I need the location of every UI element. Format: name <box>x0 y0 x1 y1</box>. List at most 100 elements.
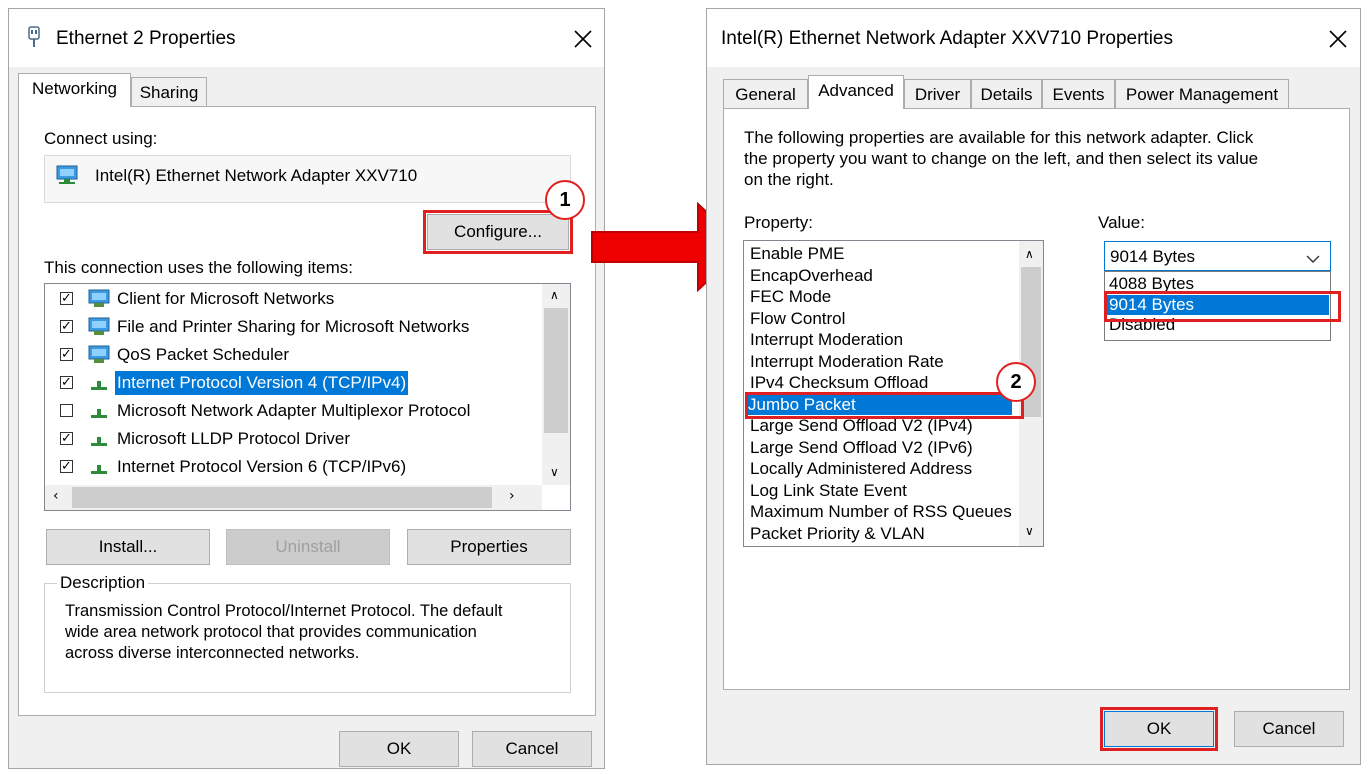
vertical-scrollbar[interactable]: ∧ ∨ <box>542 284 570 485</box>
property-item[interactable]: FEC Mode <box>748 286 833 308</box>
list-item[interactable]: ✓ Internet Protocol Version 6 (TCP/IPv6) <box>45 455 542 479</box>
value-label: Value: <box>1098 213 1145 232</box>
intro-line: on the right. <box>744 170 834 189</box>
tab-label: Sharing <box>139 83 199 102</box>
network-adapter-icon <box>55 165 79 190</box>
list-item[interactable]: ✓ File and Printer Sharing for Microsoft … <box>45 315 542 339</box>
protocol-icon <box>91 437 107 446</box>
dialog-title: Intel(R) Ethernet Network Adapter XXV710… <box>721 28 1174 49</box>
property-item[interactable]: EncapOverhead <box>748 265 875 287</box>
protocol-icon <box>91 381 107 390</box>
tab-driver[interactable]: Driver <box>904 79 971 109</box>
property-item[interactable]: Interrupt Moderation <box>748 329 905 351</box>
scroll-down-icon[interactable]: ∨ <box>550 465 559 479</box>
protocol-icon <box>91 409 107 418</box>
chevron-down-icon[interactable] <box>1306 251 1320 269</box>
step-number: 1 <box>559 189 571 211</box>
tab-label: Driver <box>914 85 961 104</box>
property-item[interactable]: Maximum Number of RSS Queues <box>748 501 1014 523</box>
properties-button[interactable]: Properties <box>407 529 571 565</box>
description-line: across diverse interconnected networks. <box>65 644 360 662</box>
list-item-label: QoS Packet Scheduler <box>117 345 289 364</box>
connect-using-label: Connect using: <box>44 129 158 148</box>
tab-power-management[interactable]: Power Management <box>1115 79 1289 109</box>
property-item[interactable]: Log Link State Event <box>748 480 909 502</box>
list-item[interactable]: ✓ Microsoft LLDP Protocol Driver <box>45 427 542 451</box>
tab-events[interactable]: Events <box>1042 79 1115 109</box>
tab-label: General <box>735 85 796 104</box>
tab-advanced[interactable]: Advanced <box>808 75 904 109</box>
cancel-label: Cancel <box>1262 719 1316 738</box>
step-1-badge: 1 <box>545 180 585 220</box>
scroll-thumb[interactable] <box>544 308 568 433</box>
close-icon[interactable] <box>1318 19 1358 59</box>
description-line: Transmission Control Protocol/Internet P… <box>65 602 503 620</box>
close-icon[interactable] <box>563 19 603 59</box>
intro-line: The following properties are available f… <box>744 128 1254 147</box>
checkbox[interactable]: ✓ <box>60 292 73 305</box>
property-item[interactable]: Enable PME <box>748 243 847 265</box>
highlight-jumbo-packet <box>745 392 1024 419</box>
checkbox[interactable]: ✓ <box>60 348 73 361</box>
cancel-button[interactable]: Cancel <box>1234 711 1344 747</box>
scroll-right-icon[interactable]: › <box>509 488 515 504</box>
list-item[interactable]: Microsoft Network Adapter Multiplexor Pr… <box>45 399 542 423</box>
ethernet-properties-dialog: Ethernet 2 Properties Networking Sharing… <box>8 8 605 769</box>
tab-label: Power Management <box>1125 85 1279 104</box>
tab-networking[interactable]: Networking <box>18 73 131 107</box>
list-item-label: Internet Protocol Version 6 (TCP/IPv6) <box>117 457 407 476</box>
scroll-thumb[interactable] <box>72 487 492 508</box>
list-item[interactable]: ✓ Client for Microsoft Networks <box>45 287 542 311</box>
ok-button[interactable]: OK <box>339 731 459 767</box>
intro-text: The following properties are available f… <box>744 127 1258 190</box>
property-item[interactable]: Locally Administered Address <box>748 458 974 480</box>
step-2-badge: 2 <box>996 362 1036 402</box>
property-label: Property: <box>744 213 813 232</box>
uninstall-label: Uninstall <box>275 537 341 556</box>
value-selected: 9014 Bytes <box>1110 247 1196 266</box>
property-item[interactable]: IPv4 Checksum Offload <box>748 372 930 394</box>
property-item[interactable]: Packet Priority & VLAN <box>748 523 927 545</box>
property-item[interactable]: Flow Control <box>748 308 847 330</box>
checkbox[interactable]: ✓ <box>60 460 73 473</box>
list-item[interactable]: ✓ Internet Protocol Version 4 (TCP/IPv4) <box>45 371 542 395</box>
ok-label: OK <box>386 739 412 758</box>
list-item-label: Client for Microsoft Networks <box>117 289 335 308</box>
property-item[interactable]: Large Send Offload V2 (IPv6) <box>748 437 975 459</box>
dialog-title: Ethernet 2 Properties <box>56 28 236 49</box>
cancel-label: Cancel <box>505 739 559 758</box>
components-list[interactable]: ✓ Client for Microsoft Networks ✓ File and … <box>44 283 571 511</box>
tab-details[interactable]: Details <box>971 79 1042 109</box>
adapter-properties-dialog: Intel(R) Ethernet Network Adapter XXV710… <box>706 8 1361 765</box>
cancel-button[interactable]: Cancel <box>472 731 592 767</box>
tab-label: Events <box>1052 85 1105 104</box>
scroll-left-icon[interactable]: ‹ <box>53 488 59 504</box>
list-item[interactable]: ✓ QoS Packet Scheduler <box>45 343 542 367</box>
description-text: Transmission Control Protocol/Internet P… <box>65 601 502 664</box>
scroll-up-icon[interactable]: ∧ <box>1025 247 1034 261</box>
network-client-icon <box>88 345 110 363</box>
properties-label: Properties <box>450 537 528 556</box>
step-number: 2 <box>1010 371 1022 393</box>
highlight-9014-bytes <box>1104 291 1341 322</box>
network-adapter-icon <box>26 26 42 53</box>
scroll-down-icon[interactable]: ∨ <box>1025 524 1034 538</box>
list-item-label: Microsoft LLDP Protocol Driver <box>117 429 351 448</box>
checkbox[interactable] <box>60 404 73 417</box>
tab-general[interactable]: General <box>723 79 808 109</box>
network-client-icon <box>88 317 110 335</box>
protocol-icon <box>91 465 107 474</box>
horizontal-scrollbar[interactable]: ‹ › <box>45 485 542 510</box>
install-button[interactable]: Install... <box>46 529 210 565</box>
value-select[interactable]: 9014 Bytes <box>1104 241 1331 271</box>
property-item[interactable]: Interrupt Moderation Rate <box>748 351 946 373</box>
network-client-icon <box>88 289 110 307</box>
items-label: This connection uses the following items… <box>44 258 353 277</box>
checkbox[interactable]: ✓ <box>60 376 73 389</box>
tab-sharing[interactable]: Sharing <box>131 77 207 107</box>
checkbox[interactable]: ✓ <box>60 320 73 333</box>
description-line: wide area network protocol that provides… <box>65 623 477 641</box>
description-label: Description <box>57 573 149 593</box>
checkbox[interactable]: ✓ <box>60 432 73 445</box>
scroll-up-icon[interactable]: ∧ <box>550 288 559 302</box>
